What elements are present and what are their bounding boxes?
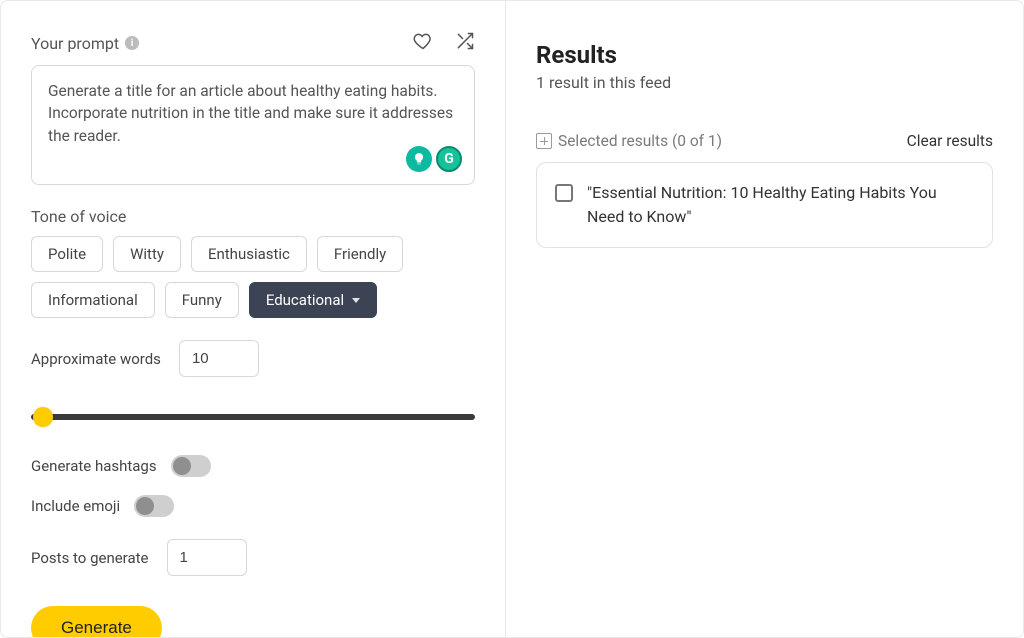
heart-icon[interactable] — [413, 31, 433, 55]
tone-chip-funny[interactable]: Funny — [165, 282, 239, 318]
hashtags-toggle[interactable] — [171, 455, 211, 477]
approx-words-row: Approximate words — [31, 340, 475, 377]
generate-button[interactable]: Generate — [31, 606, 162, 638]
emoji-label: Include emoji — [31, 497, 120, 515]
prompt-textarea[interactable]: Generate a title for an article about he… — [31, 65, 475, 185]
clear-results-link[interactable]: Clear results — [907, 132, 993, 150]
app-root: Your prompt i Generate a title for an ar… — [0, 0, 1024, 638]
prompt-header-icons — [413, 31, 475, 55]
prompt-text: Generate a title for an article about he… — [48, 82, 453, 145]
selected-results-row: Selected results (0 of 1) Clear results — [536, 132, 993, 150]
posts-label: Posts to generate — [31, 549, 149, 567]
result-card[interactable]: "Essential Nutrition: 10 Healthy Eating … — [536, 162, 993, 248]
results-list: "Essential Nutrition: 10 Healthy Eating … — [536, 162, 993, 248]
tone-chip-friendly[interactable]: Friendly — [317, 236, 403, 272]
lightbulb-badge-icon[interactable] — [406, 146, 432, 172]
results-title: Results — [536, 41, 993, 69]
tone-chip-label: Friendly — [334, 245, 386, 263]
slider-track — [31, 414, 475, 420]
prompt-badges: G — [406, 146, 462, 172]
results-panel: Results 1 result in this feed Selected r… — [506, 1, 1023, 637]
posts-row: Posts to generate — [31, 539, 475, 576]
tone-chip-polite[interactable]: Polite — [31, 236, 103, 272]
prompt-label: Your prompt — [31, 34, 119, 53]
results-subtitle: 1 result in this feed — [536, 73, 993, 92]
info-icon[interactable]: i — [125, 36, 139, 50]
hashtags-label: Generate hashtags — [31, 457, 157, 475]
tone-label: Tone of voice — [31, 207, 475, 226]
selected-results-left[interactable]: Selected results (0 of 1) — [536, 132, 722, 150]
tone-chip-label: Polite — [48, 245, 86, 263]
compose-panel: Your prompt i Generate a title for an ar… — [1, 1, 506, 637]
prompt-header: Your prompt i — [31, 31, 475, 55]
tone-chip-witty[interactable]: Witty — [113, 236, 181, 272]
tone-chip-educational[interactable]: Educational — [249, 282, 377, 318]
expand-icon — [536, 133, 552, 149]
emoji-row: Include emoji — [31, 495, 475, 517]
tone-chip-enthusiastic[interactable]: Enthusiastic — [191, 236, 307, 272]
posts-input[interactable] — [167, 539, 247, 576]
grammarly-badge-icon[interactable]: G — [436, 146, 462, 172]
hashtags-row: Generate hashtags — [31, 455, 475, 477]
prompt-label-wrap: Your prompt i — [31, 34, 139, 53]
slider-thumb[interactable] — [33, 407, 53, 427]
tone-chip-label: Enthusiastic — [208, 245, 290, 263]
shuffle-icon[interactable] — [455, 31, 475, 55]
tone-chip-label: Educational — [266, 291, 344, 309]
tone-chip-label: Informational — [48, 291, 138, 309]
tone-chip-label: Funny — [182, 291, 222, 309]
words-slider[interactable] — [31, 407, 475, 427]
tone-chip-label: Witty — [130, 245, 164, 263]
result-checkbox[interactable] — [555, 184, 573, 202]
approx-words-label: Approximate words — [31, 350, 161, 368]
approx-words-input[interactable] — [179, 340, 259, 377]
chevron-down-icon — [352, 298, 360, 303]
tone-chip-informational[interactable]: Informational — [31, 282, 155, 318]
emoji-toggle[interactable] — [134, 495, 174, 517]
selected-results-label: Selected results (0 of 1) — [558, 132, 722, 150]
result-text: "Essential Nutrition: 10 Healthy Eating … — [587, 181, 974, 229]
tone-chips: Polite Witty Enthusiastic Friendly Informati… — [31, 236, 475, 318]
